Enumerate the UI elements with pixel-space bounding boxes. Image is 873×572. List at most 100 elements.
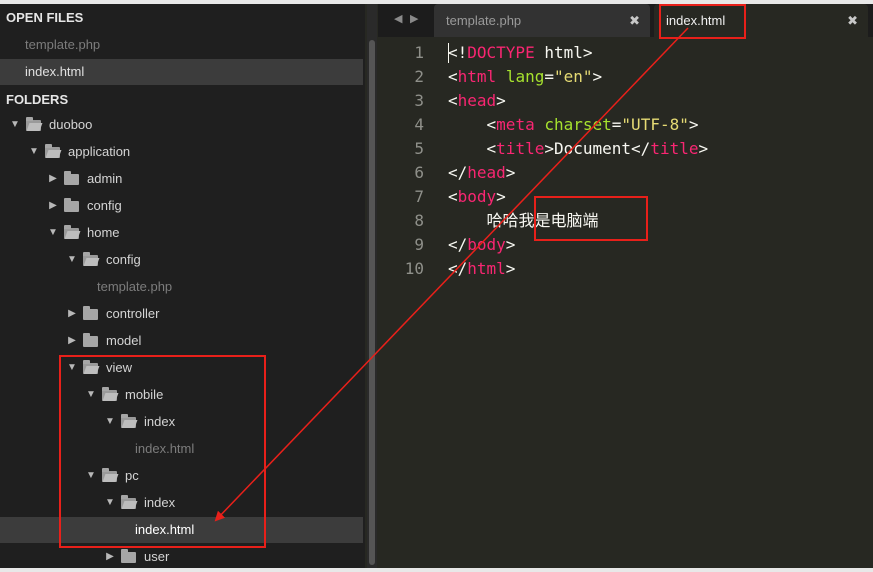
code-line[interactable]: <meta charset="UTF-8">	[448, 113, 699, 137]
chevron-right-icon[interactable]: ▶	[48, 166, 58, 192]
folders-title: FOLDERS	[6, 92, 69, 107]
code-token: <	[448, 91, 458, 110]
sidebar-scrollbar-thumb[interactable]	[369, 40, 375, 565]
folder-icon	[64, 198, 79, 212]
tab-bar: ◀ ▶ template.php ✖ index.html ✖	[378, 4, 873, 37]
code-line[interactable]: <head>	[448, 89, 506, 113]
tree-folder-item[interactable]: ▶ controller	[0, 301, 363, 327]
code-token: >	[505, 163, 516, 182]
code-line[interactable]: <!DOCTYPE html>	[448, 41, 593, 65]
code-token: >Document</	[544, 139, 651, 158]
tree-item-label: user	[144, 549, 170, 564]
tree-folder-item[interactable]: ▼ pc	[0, 463, 363, 489]
tree-folder-item[interactable]: ▶ model	[0, 328, 363, 354]
window-bottom-edge	[0, 568, 873, 572]
folder-open-icon	[102, 387, 117, 401]
folder-open-icon	[121, 414, 136, 428]
chevron-right-icon[interactable]: ▶	[67, 301, 77, 327]
code-line[interactable]: </html>	[448, 257, 515, 281]
tree-item-label: controller	[106, 306, 160, 321]
code-line[interactable]: <html lang="en">	[448, 65, 602, 89]
tree-file-item[interactable]: index.html	[0, 436, 363, 462]
folder-open-icon	[45, 144, 60, 158]
code-line[interactable]: <body>	[448, 185, 506, 209]
tab-label: template.php	[446, 13, 522, 28]
code-token: html	[467, 259, 506, 278]
code-token: >	[496, 91, 506, 110]
code-token: </	[448, 163, 468, 182]
tree-item-label: mobile	[125, 387, 164, 402]
chevron-down-icon[interactable]: ▼	[67, 355, 77, 381]
code-line[interactable]: </head>	[448, 161, 515, 185]
tab-index-html[interactable]: index.html ✖	[654, 4, 868, 37]
open-file-item[interactable]: index.html	[0, 59, 363, 85]
code-token: =	[544, 67, 554, 86]
tree-item-label: duoboo	[49, 117, 93, 132]
tree-folder-item[interactable]: ▼ mobile	[0, 382, 363, 408]
folder-open-icon	[83, 252, 98, 266]
line-number: 9	[414, 235, 424, 254]
chevron-down-icon[interactable]: ▼	[29, 139, 39, 165]
tree-file-item[interactable]: template.php	[0, 274, 363, 300]
chevron-down-icon[interactable]: ▼	[105, 409, 115, 435]
code-token: >	[505, 235, 516, 254]
folder-open-icon	[64, 225, 79, 239]
code-line[interactable]: 哈哈我是电脑端	[448, 209, 599, 233]
line-number-gutter: 1 2 3 4 5 6 7 8 9 10	[384, 37, 432, 568]
tree-file-item[interactable]: index.html	[0, 517, 363, 543]
folder-open-icon	[26, 117, 41, 131]
code-line[interactable]: <title>Document</title>	[448, 137, 709, 161]
code-token: body	[457, 187, 497, 206]
tree-folder-item[interactable]: ▼ view	[0, 355, 363, 381]
chevron-down-icon[interactable]: ▼	[86, 382, 96, 408]
tree-folder-item[interactable]: ▶ user	[0, 544, 363, 568]
close-icon[interactable]: ✖	[847, 4, 858, 37]
tab-template-php[interactable]: template.php ✖	[434, 4, 650, 37]
folder-icon	[83, 306, 98, 320]
tree-folder-item[interactable]: ▼ index	[0, 490, 363, 516]
tree-folder-item[interactable]: ▼ index	[0, 409, 363, 435]
tree-folder-item[interactable]: ▼ duoboo	[0, 112, 363, 138]
tree-folder-item[interactable]: ▼ config	[0, 247, 363, 273]
tree-folder-item[interactable]: ▼ application	[0, 139, 363, 165]
tree-item-label: index	[144, 414, 176, 429]
tree-item-label: admin	[87, 171, 123, 186]
code-token: <	[448, 139, 497, 158]
chevron-down-icon[interactable]: ▼	[48, 220, 58, 246]
code-token: </	[448, 259, 468, 278]
tree-item-label: index	[144, 495, 176, 510]
code-token: >	[698, 139, 709, 158]
code-token: body	[467, 235, 506, 254]
code-token: >	[496, 187, 506, 206]
tab-prev-icon[interactable]: ◀	[394, 12, 402, 25]
chevron-down-icon[interactable]: ▼	[86, 463, 96, 489]
chevron-down-icon[interactable]: ▼	[67, 247, 77, 273]
chevron-down-icon[interactable]: ▼	[10, 112, 20, 138]
tree-item-label: view	[106, 360, 133, 375]
tree-item-label: home	[87, 225, 120, 240]
folder-icon	[83, 333, 98, 347]
code-editor[interactable]: 1 2 3 4 5 6 7 8 9 10 <!DOCTYPE html> <html lang="e…	[384, 37, 873, 568]
tab-next-icon[interactable]: ▶	[410, 12, 418, 25]
tree-folder-item[interactable]: ▶ config	[0, 193, 363, 219]
sidebar: OPEN FILES template.php index.html FOLDER…	[0, 4, 365, 568]
tree-folder-item[interactable]: ▶ admin	[0, 166, 363, 192]
chevron-right-icon[interactable]: ▶	[48, 193, 58, 219]
folder-open-icon	[121, 495, 136, 509]
tree-folder-item[interactable]: ▼ home	[0, 220, 363, 246]
chevron-down-icon[interactable]: ▼	[105, 490, 115, 516]
tree-item-label: config	[87, 198, 122, 213]
chevron-right-icon[interactable]: ▶	[67, 328, 77, 354]
code-line[interactable]: </body>	[448, 233, 515, 257]
line-number: 1	[414, 43, 424, 62]
chevron-right-icon[interactable]: ▶	[105, 544, 115, 568]
code-token: title	[650, 139, 699, 158]
tree-item-label: index.html	[135, 441, 195, 456]
close-icon[interactable]: ✖	[629, 4, 640, 37]
open-file-item[interactable]: template.php	[0, 32, 363, 58]
code-token: head	[457, 91, 497, 110]
folder-open-icon	[102, 468, 117, 482]
line-number: 3	[414, 91, 424, 110]
code-token: <	[448, 187, 458, 206]
line-number: 5	[414, 139, 424, 158]
